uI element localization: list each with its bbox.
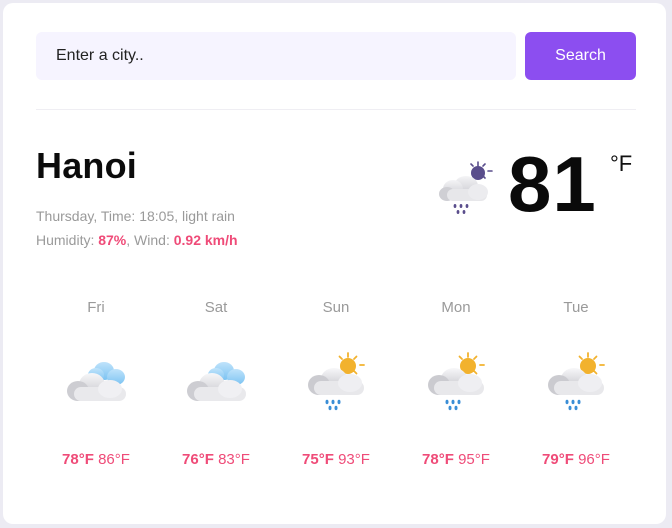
wind-value: 0.92 km/h <box>173 232 238 248</box>
forecast-temps: 79°F 96°F <box>516 451 636 468</box>
forecast-day-name: Fri <box>87 299 105 316</box>
divider <box>36 109 636 110</box>
forecast-day-name: Sat <box>204 299 228 316</box>
forecast-temps: 78°F 86°F <box>36 451 156 468</box>
forecast-high: 86°F <box>98 451 130 468</box>
sun-cloud-rain-icon <box>544 351 608 413</box>
forecast-temps: 75°F 93°F <box>276 451 396 468</box>
current-temperature: 81 <box>508 140 597 228</box>
forecast-temps: 76°F 83°F <box>156 451 276 468</box>
forecast-day: Sat 76°F 83°F <box>156 293 276 473</box>
search-button[interactable]: Search <box>525 32 636 80</box>
search-bar: Search <box>36 32 636 80</box>
temperature-unit-toggle[interactable]: °F <box>610 151 632 177</box>
forecast-high: 93°F <box>338 451 370 468</box>
cloudy-icon <box>64 351 128 413</box>
humidity-value: 87% <box>98 232 127 248</box>
sun-cloud-rain-icon <box>424 351 488 413</box>
forecast-day-name: Mon <box>441 299 471 316</box>
wind-label: , Wind: <box>126 232 174 248</box>
city-search-input[interactable] <box>36 32 516 80</box>
forecast-day-name: Sun <box>322 299 350 316</box>
weather-description: Thursday, Time: 18:05, light rain <box>36 208 235 224</box>
forecast-day: Sun 75°F 93°F <box>276 293 396 473</box>
forecast-day: Mon 78°F 95°F <box>396 293 516 473</box>
forecast-low: 76°F <box>182 451 214 468</box>
humidity-wind-line: Humidity: 87%, Wind: 0.92 km/h <box>36 231 238 249</box>
city-name: Hanoi <box>36 145 138 186</box>
weather-card: Search Hanoi Thursday, Time: 18:05, ligh… <box>3 3 666 524</box>
forecast-day: Tue 79°F 96°F <box>516 293 636 473</box>
forecast-list: Fri 78°F 86°F Sat 76°F 83°F Sun 75°F 93°… <box>36 293 636 473</box>
forecast-low: 78°F <box>62 451 94 468</box>
forecast-low: 78°F <box>422 451 454 468</box>
forecast-high: 83°F <box>218 451 250 468</box>
cloudy-icon <box>184 351 248 413</box>
night-cloud-rain-icon <box>435 161 495 217</box>
forecast-low: 75°F <box>302 451 334 468</box>
forecast-day-name: Tue <box>563 299 589 316</box>
sun-cloud-rain-icon <box>304 351 368 413</box>
forecast-day: Fri 78°F 86°F <box>36 293 156 473</box>
forecast-temps: 78°F 95°F <box>396 451 516 468</box>
forecast-high: 96°F <box>578 451 610 468</box>
humidity-label: Humidity: <box>36 232 99 248</box>
forecast-low: 79°F <box>542 451 574 468</box>
forecast-high: 95°F <box>458 451 490 468</box>
